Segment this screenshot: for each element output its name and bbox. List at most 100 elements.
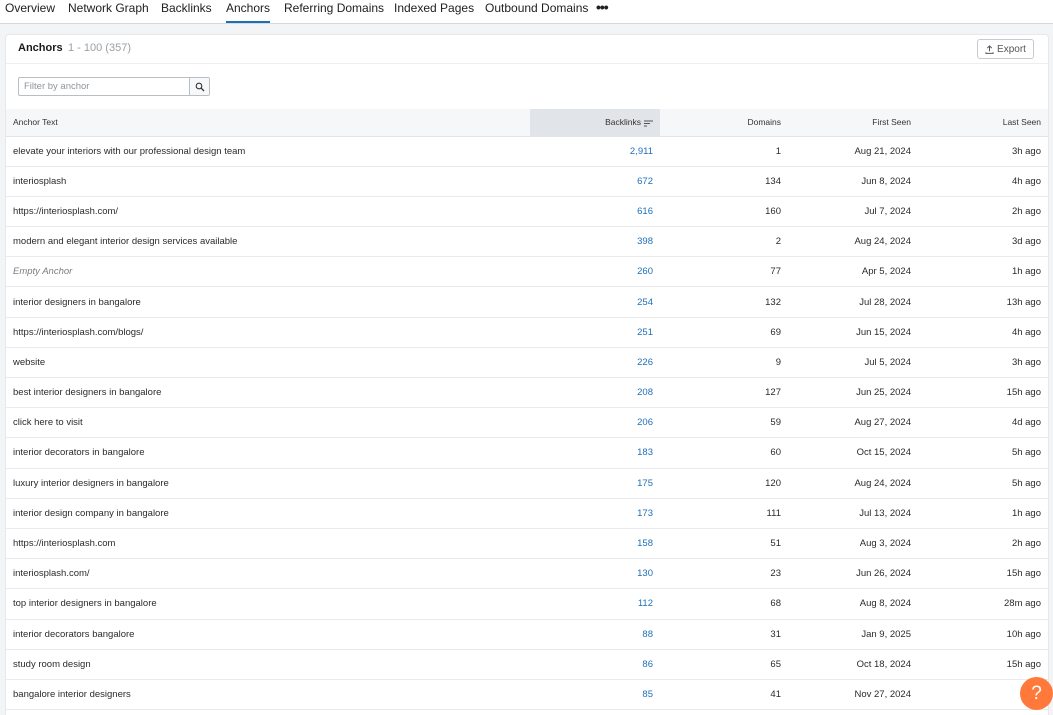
last-seen-cell: 4d ago (918, 407, 1048, 439)
last-seen-cell: 4h ago (918, 166, 1048, 197)
ellipsis-icon[interactable]: ••• (596, 0, 609, 22)
anchor-text-cell[interactable]: study room design (6, 649, 530, 680)
first-seen-cell: Aug 3, 2024 (788, 528, 918, 560)
domains-cell: 59 (660, 407, 788, 439)
first-seen-cell: Jun 26, 2024 (788, 558, 918, 590)
column-header-backlinks[interactable]: Backlinks (530, 109, 660, 137)
tab-referring-domains[interactable]: Referring Domains (284, 1, 384, 23)
backlinks-cell[interactable]: 86 (530, 649, 660, 680)
anchor-text-cell[interactable]: luxury interior designers in bangalore (6, 468, 530, 499)
table-row[interactable]: website 226 9 Jul 5, 2024 3h ago (6, 347, 1048, 379)
filter-input[interactable] (19, 78, 189, 95)
table-row[interactable]: click here to visit 206 59 Aug 27, 2024 4d a… (6, 407, 1048, 439)
tab-indexed-pages[interactable]: Indexed Pages (394, 1, 474, 23)
last-seen-cell: 15h ago (918, 558, 1048, 590)
domains-cell: 1 (660, 136, 788, 167)
table-row[interactable]: interiosplash.com/130 23 Jun 26, 2024 15h a… (6, 558, 1048, 590)
domains-cell: 132 (660, 286, 788, 318)
backlinks-cell[interactable]: 130 (530, 558, 660, 590)
table-row[interactable]: modern and elegant interior design servi… (6, 226, 1048, 258)
domains-cell: 160 (660, 196, 788, 228)
tab-overview[interactable]: Overview (5, 1, 55, 23)
table-row[interactable]: luxury interior designers in bangalore 17… (6, 468, 1048, 499)
anchor-text-cell[interactable]: Empty Anchor (6, 256, 530, 288)
anchor-text-cell[interactable]: interior decorators bangalore (6, 619, 530, 650)
table-row[interactable]: interior design company in bangalore 173 1… (6, 498, 1048, 529)
first-seen-cell: Jul 28, 2024 (788, 286, 918, 318)
anchor-text-cell[interactable]: best interior designers in bangalore (6, 377, 530, 409)
backlinks-cell[interactable]: 226 (530, 347, 660, 379)
column-header-last-seen[interactable]: Last Seen (918, 109, 1048, 137)
table-row[interactable]: best interior designers in bangalore 208 1… (6, 377, 1048, 409)
backlinks-cell[interactable]: 175 (530, 468, 660, 499)
backlinks-cell[interactable]: 251 (530, 317, 660, 348)
table-row[interactable]: interior designers in bangalore 254 132 Jul… (6, 286, 1048, 318)
anchor-text-cell[interactable]: elevate your interiors with our professi… (6, 136, 530, 167)
export-button[interactable]: Export (977, 39, 1034, 59)
backlinks-cell[interactable]: 85 (530, 679, 660, 711)
column-header-domains[interactable]: Domains (660, 109, 788, 137)
anchor-text-cell[interactable]: website (6, 347, 530, 379)
backlinks-cell[interactable]: 2,911 (530, 136, 660, 167)
domains-cell: 127 (660, 377, 788, 409)
filter-search-button[interactable] (189, 78, 209, 95)
table-row[interactable]: https://interiosplash.com/blogs/251 69 Jun… (6, 317, 1048, 348)
first-seen-cell: Jun 8, 2024 (788, 166, 918, 197)
anchor-text-cell[interactable]: bangalore interior designers (6, 679, 530, 711)
backlinks-cell[interactable]: 206 (530, 407, 660, 439)
last-seen-cell: 3h ago (918, 347, 1048, 379)
anchor-text-cell[interactable]: top interior designers in bangalore (6, 588, 530, 620)
tab-backlinks[interactable]: Backlinks (161, 1, 212, 23)
anchor-text-cell[interactable]: modern and elegant interior design servi… (6, 226, 530, 258)
anchor-text-cell[interactable]: interior designers in bangalore (6, 286, 530, 318)
tab-network-graph[interactable]: Network Graph (68, 1, 149, 23)
anchor-text-cell[interactable]: click here to visit (6, 407, 530, 439)
backlinks-cell[interactable]: 208 (530, 377, 660, 409)
table-row[interactable]: https://interiosplash.com 158 51 Aug 3, 202… (6, 528, 1048, 560)
first-seen-cell: Apr 5, 2024 (788, 256, 918, 288)
last-seen-cell: 2h ago (918, 528, 1048, 560)
first-seen-cell: Jan 9, 2025 (788, 619, 918, 650)
backlinks-cell[interactable]: 158 (530, 528, 660, 560)
anchor-text-cell[interactable]: https://interiosplash.com (6, 528, 530, 560)
help-button[interactable]: ? (1020, 677, 1053, 710)
backlinks-cell[interactable]: 616 (530, 196, 660, 228)
backlinks-cell[interactable]: 88 (530, 619, 660, 650)
table-row[interactable]: interiosplash 672 134 Jun 8, 2024 4h ago (6, 166, 1048, 197)
first-seen-cell: Jul 13, 2024 (788, 498, 918, 529)
column-header-anchor-text[interactable]: Anchor Text (6, 109, 530, 137)
table-row[interactable]: https://interiosplash.com/616 160 Jul 7, 2… (6, 196, 1048, 228)
backlinks-cell[interactable]: 398 (530, 226, 660, 258)
table-row[interactable]: bangalore interior designers 85 41 Nov 27, … (6, 679, 1048, 711)
backlinks-cell[interactable]: 173 (530, 498, 660, 529)
tab-anchors[interactable]: Anchors (226, 1, 271, 23)
column-header-first-seen[interactable]: First Seen (788, 109, 918, 137)
backlinks-cell[interactable]: 183 (530, 437, 660, 469)
table-row[interactable]: Empty Anchor 260 77 Apr 5, 2024 1h ago (6, 256, 1048, 288)
tab-outbound-domains[interactable]: Outbound Domains (485, 1, 588, 23)
anchor-text-cell[interactable]: https://interiosplash.com/ (6, 196, 530, 228)
backlinks-cell[interactable]: 254 (530, 286, 660, 318)
backlinks-cell[interactable]: 112 (530, 588, 660, 620)
anchor-text-cell[interactable]: interiosplash (6, 166, 530, 197)
table-row[interactable]: elevate your interiors with our professi… (6, 136, 1048, 167)
anchor-text-cell[interactable]: interior decorators in bangalore (6, 437, 530, 469)
anchors-table: Anchor Text Backlinks Domains First Seen… (6, 109, 1048, 711)
first-seen-cell: Jul 7, 2024 (788, 196, 918, 228)
last-seen-cell: 1h ago (918, 498, 1048, 529)
backlinks-cell[interactable]: 672 (530, 166, 660, 197)
search-icon (195, 82, 204, 91)
card-divider (6, 63, 1048, 64)
table-row[interactable]: interior decorators bangalore 88 31 Jan 9, … (6, 619, 1048, 650)
anchor-text-cell[interactable]: interiosplash.com/ (6, 558, 530, 590)
export-label: Export (997, 43, 1026, 55)
table-row[interactable]: study room design 86 65 Oct 18, 2024 15h ago (6, 649, 1048, 680)
table-row[interactable]: top interior designers in bangalore 112 68… (6, 588, 1048, 620)
last-seen-cell: 15h ago (918, 649, 1048, 680)
anchor-text-cell[interactable]: interior design company in bangalore (6, 498, 530, 529)
backlinks-cell[interactable]: 260 (530, 256, 660, 288)
anchor-text-cell[interactable]: https://interiosplash.com/blogs/ (6, 317, 530, 348)
table-row[interactable]: interior decorators in bangalore 183 60 Oct… (6, 437, 1048, 469)
last-seen-cell: 15h ago (918, 377, 1048, 409)
anchors-card: Anchors 1 - 100 (357) Export Anchor Text (5, 34, 1049, 715)
